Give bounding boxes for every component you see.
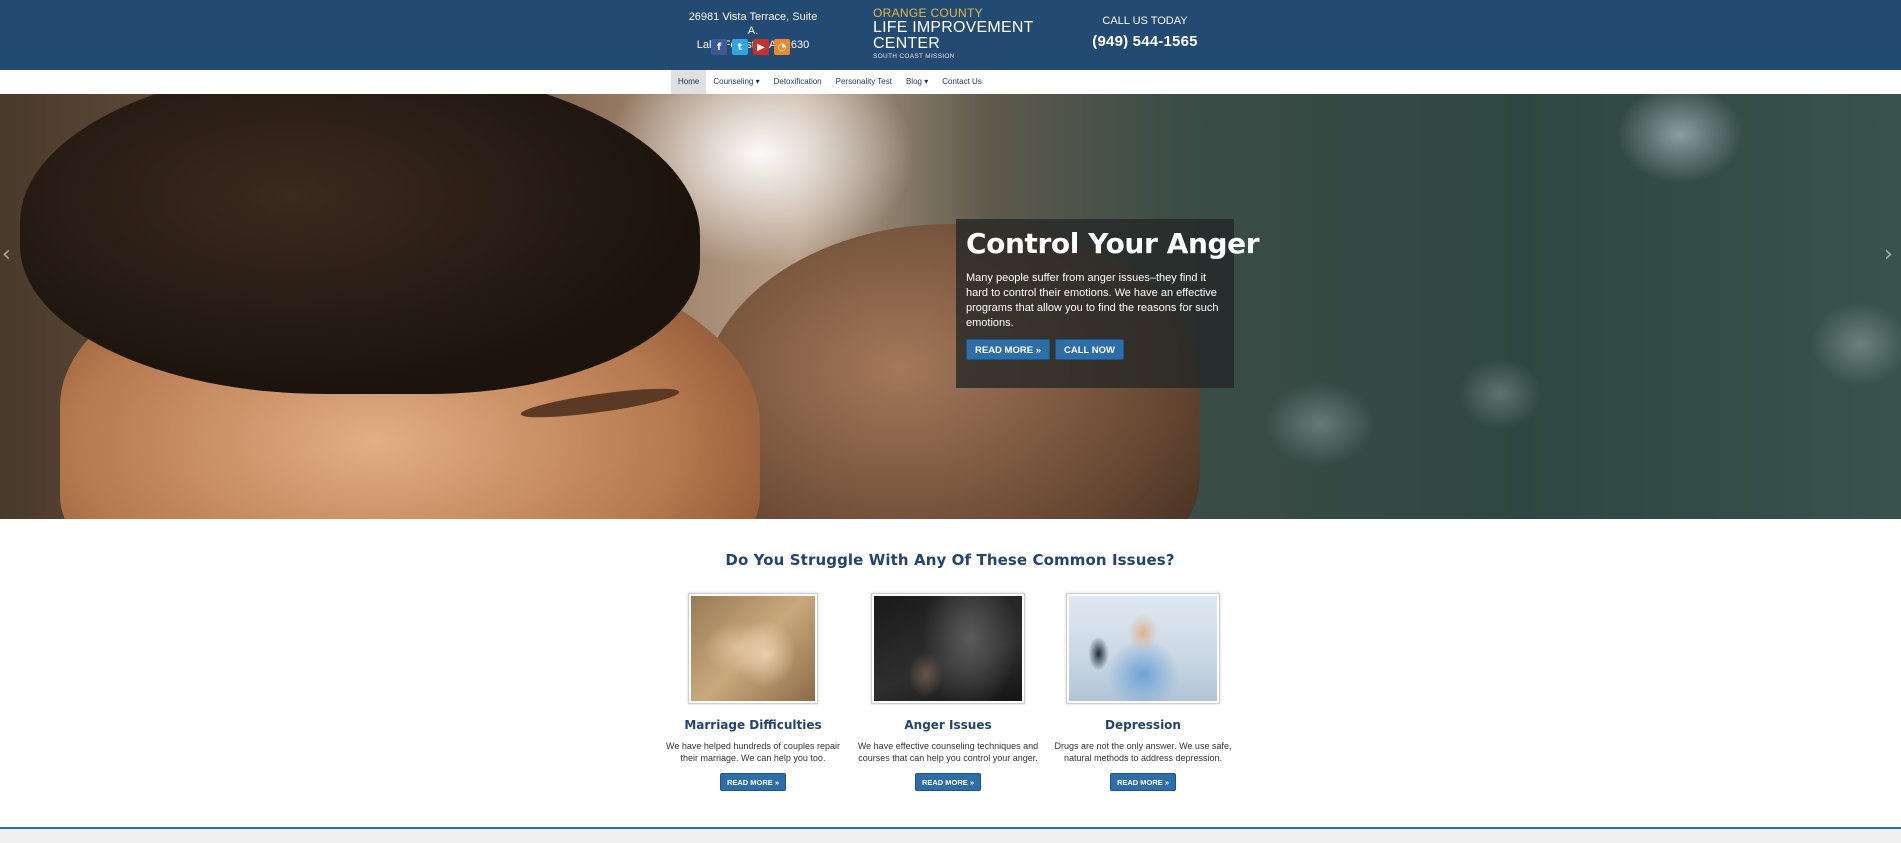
issue-text-depression: Drugs are not the only answer. We use sa… [1054,741,1232,763]
issue-image-marriage[interactable] [688,593,818,704]
issue-card-marriage: Marriage Difficulties We have helped hun… [658,593,848,791]
nav-items: Home Counseling ▾ Detoxification Persona… [671,70,989,94]
footer-divider [0,827,1901,843]
nav-item-blog[interactable]: Blog ▾ [899,70,935,94]
phone-number[interactable]: (949) 544-1565 [1090,32,1200,52]
issue-image-depression[interactable] [1066,593,1220,704]
issue-title-anger[interactable]: Anger Issues [853,718,1043,732]
call-label: CALL US TODAY [1102,15,1188,27]
issue-title-depression[interactable]: Depression [1048,718,1238,732]
slider-next-icon[interactable]: › [1884,242,1898,268]
clenched-fist-photo [874,596,1022,701]
issue-image-anger[interactable] [871,593,1025,704]
rss-icon[interactable]: ◔ [774,39,790,55]
logo-line3: CENTER [873,35,940,52]
hero-title: Control Your Anger [966,227,1260,260]
issue-read-more-anger[interactable]: READ MORE » [914,773,982,791]
issue-read-more-depression[interactable]: READ MORE » [1109,773,1177,791]
nav-item-home[interactable]: Home [671,70,707,94]
hero-caption: Control Your Anger Many people suffer fr… [956,219,1260,388]
address-line1: 26981 Vista Terrace, Suite A. [688,11,818,37]
logo-line2: LIFE IMPROVEMENT [873,19,1034,36]
facebook-icon[interactable]: f [711,39,727,55]
nav-item-counseling[interactable]: Counseling ▾ [706,70,766,94]
twitter-icon[interactable]: t [732,39,748,55]
issue-card-depression: Depression Drugs are not the only answer… [1048,593,1238,791]
issue-card-anger: Anger Issues We have effective counselin… [853,593,1043,791]
slider-prev-icon[interactable]: ‹ [2,242,16,268]
holding-hands-photo [691,596,815,701]
hero-call-now-button[interactable]: CALL NOW [1054,339,1124,360]
main-nav: Home Counseling ▾ Detoxification Persona… [0,70,1901,94]
nav-item-contact-us[interactable]: Contact Us [935,70,989,94]
issues-title: Do You Struggle With Any Of These Common… [725,551,1175,569]
social-links: f t ▶ ◔ [711,39,790,55]
hero-read-more-button[interactable]: READ MORE » [966,339,1050,360]
hero-slider: ‹ › [0,94,1901,519]
issue-read-more-marriage[interactable]: READ MORE » [719,773,787,791]
logo-line4: SOUTH COAST MISSION [873,53,955,60]
site-header: 26981 Vista Terrace, Suite A. Lake Fores… [0,0,1901,70]
site-logo[interactable]: ORANGE COUNTY LIFE IMPROVEMENT CENTER SO… [873,7,1034,61]
issue-text-marriage: We have helped hundreds of couples repai… [666,741,840,763]
depressed-man-photo [1069,596,1217,701]
youtube-icon[interactable]: ▶ [753,39,769,55]
nav-item-personality-test[interactable]: Personality Test [829,70,899,94]
issue-title-marriage[interactable]: Marriage Difficulties [658,718,848,732]
hero-photo-hair-man [20,94,700,394]
hero-buttons: READ MORE » CALL NOW [966,339,1224,360]
call-us: CALL US TODAY (949) 544-1565 [1090,15,1200,52]
hero-text: Many people suffer from anger issues–the… [966,272,1219,329]
nav-item-detoxification[interactable]: Detoxification [767,70,829,94]
issue-text-anger: We have effective counseling techniques … [857,741,1039,763]
